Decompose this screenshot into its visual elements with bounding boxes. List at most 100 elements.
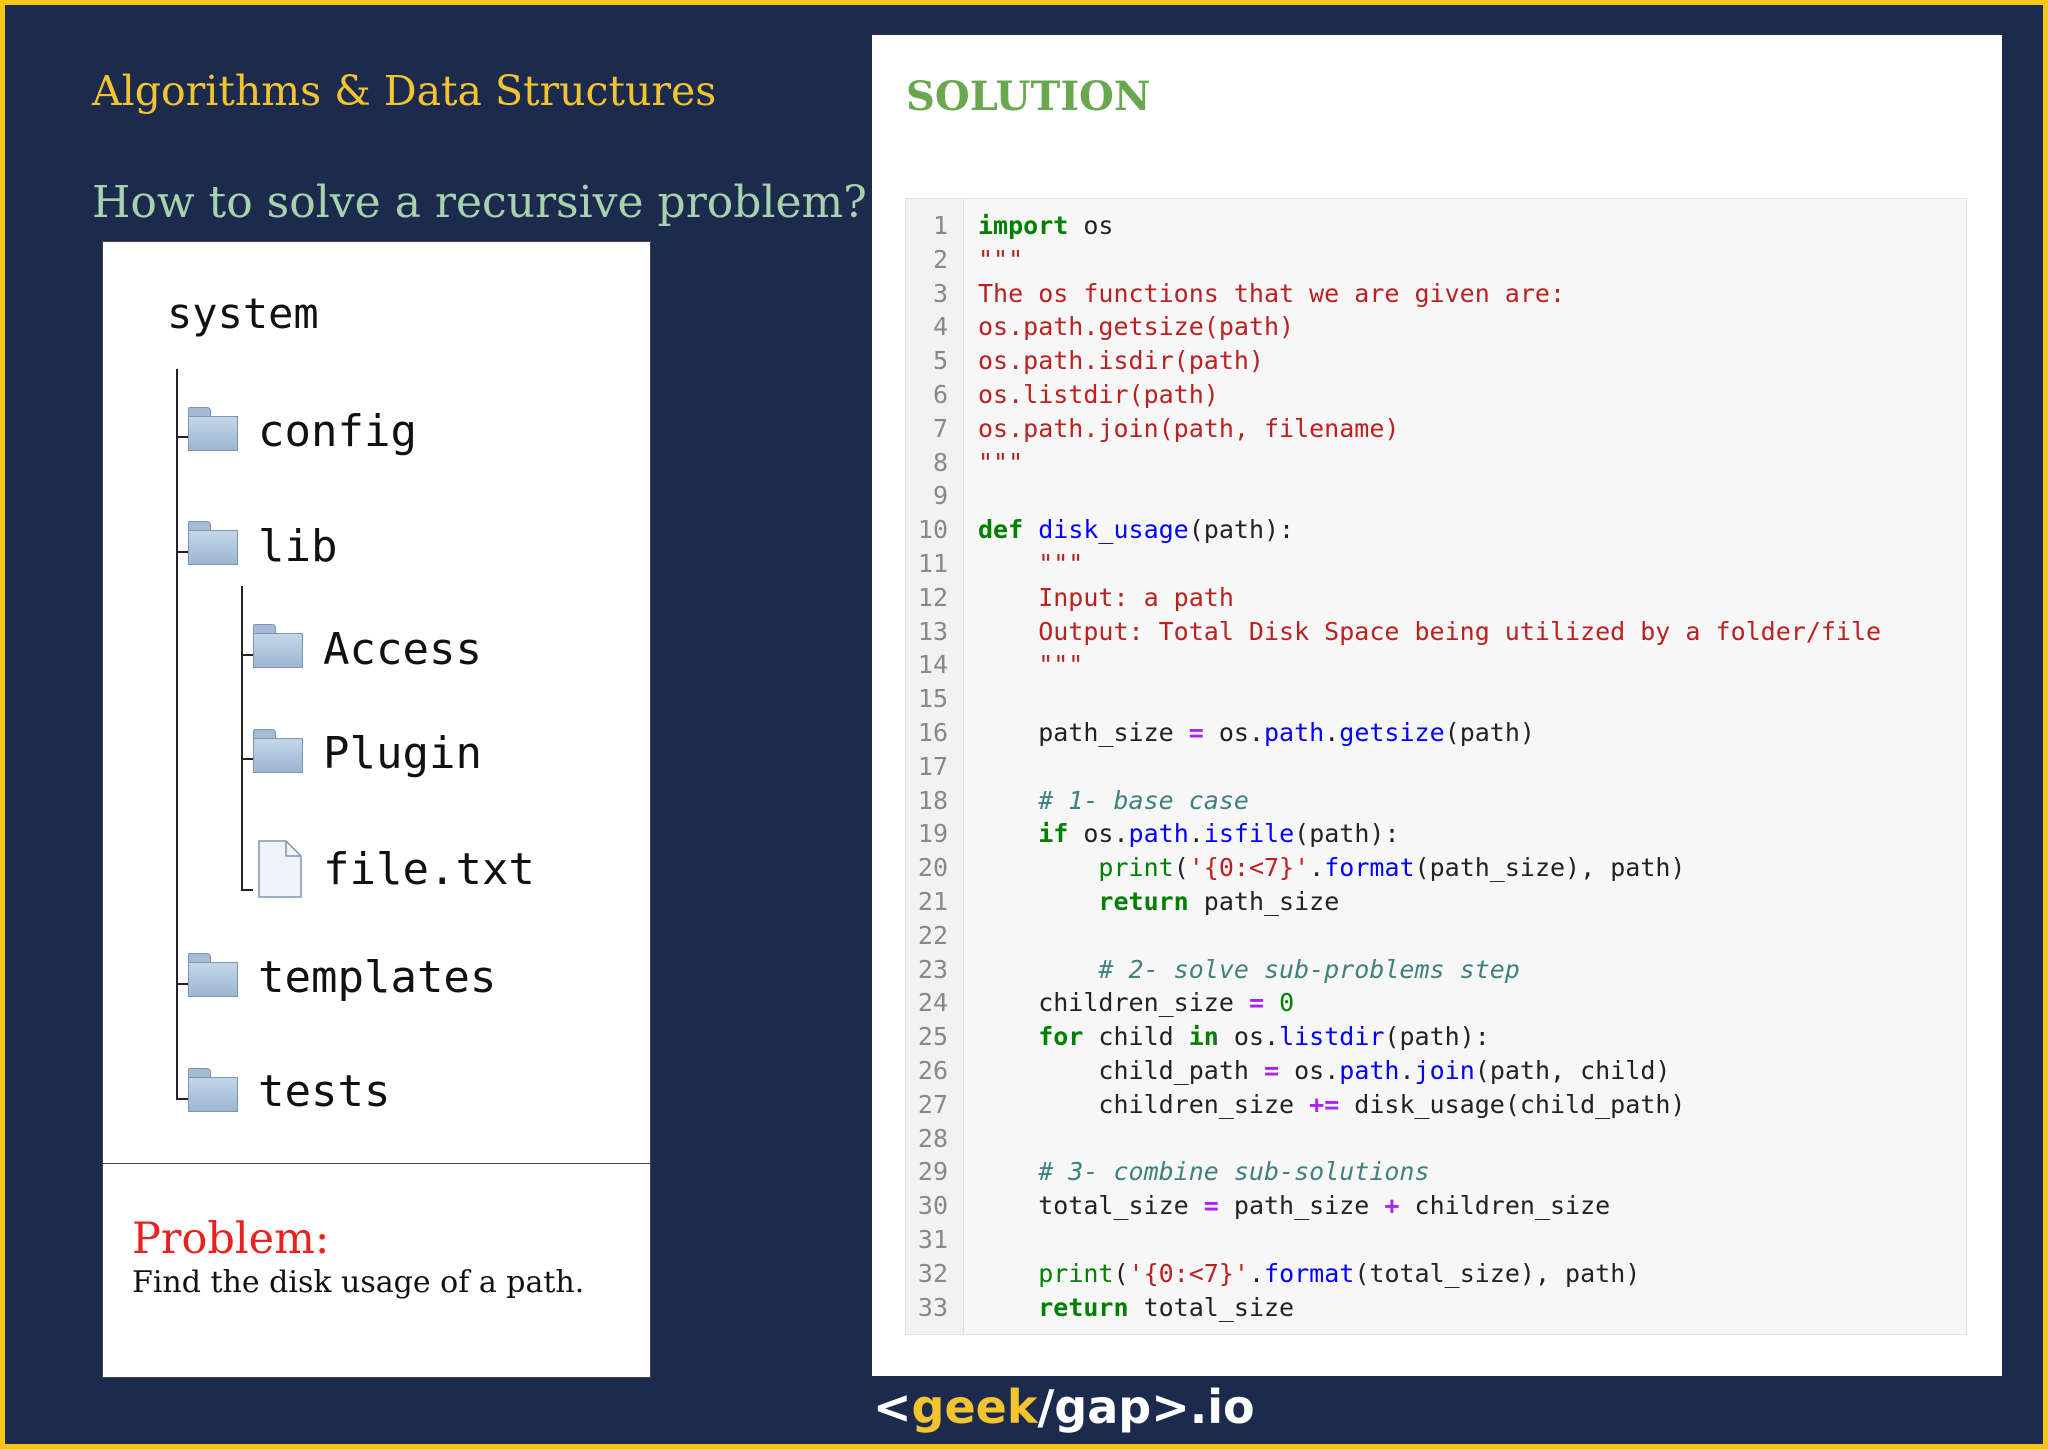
code-line: if os.path.isfile(path): bbox=[978, 819, 1399, 849]
code-token: path bbox=[1339, 1056, 1400, 1085]
tree-connector bbox=[176, 983, 188, 985]
folder-icon bbox=[188, 1068, 238, 1112]
code-token: os. bbox=[1218, 1022, 1280, 1052]
tree-item-label: Access bbox=[323, 624, 482, 675]
logo-close-bracket: > bbox=[1151, 1380, 1190, 1434]
code-token: isfile bbox=[1203, 819, 1295, 849]
code-line: print('{0:<7}'.format(path_size), path) bbox=[978, 855, 1685, 880]
line-number: 15 bbox=[917, 684, 948, 714]
code-token: import bbox=[978, 211, 1069, 240]
code-line: return total_size bbox=[978, 1295, 1294, 1320]
line-number: 27 bbox=[917, 1089, 948, 1119]
code-token: Input: a path bbox=[978, 582, 1234, 612]
code-token: (path): bbox=[1188, 515, 1295, 545]
folder-icon bbox=[253, 729, 303, 773]
code-line: import os bbox=[978, 213, 1113, 238]
code-token: os. bbox=[1068, 819, 1129, 849]
line-number: 6 bbox=[932, 380, 948, 409]
line-number: 4 bbox=[932, 312, 948, 342]
code-line: The os functions that we are given are: bbox=[978, 281, 1565, 306]
code-token: print bbox=[1098, 853, 1174, 883]
tree-connector bbox=[176, 551, 188, 553]
file-icon bbox=[258, 840, 302, 898]
code-token: children_size bbox=[978, 988, 1249, 1018]
code-token: for bbox=[1038, 1022, 1084, 1052]
code-token: """ bbox=[978, 549, 1084, 578]
code-token: # 1- base case bbox=[978, 785, 1249, 815]
line-number: 20 bbox=[917, 853, 948, 883]
solution-panel: SOLUTION 1 2 3 4 5 6 7 8 9 10 11 12 13 14 15 16 17 18 19 20… bbox=[872, 35, 2002, 1376]
line-number: 5 bbox=[932, 346, 948, 376]
code-token: . bbox=[1399, 1056, 1415, 1085]
problem-heading: Problem: bbox=[132, 1214, 330, 1264]
logo-geek: geek bbox=[911, 1380, 1038, 1434]
slide-title: Algorithms & Data Structures bbox=[92, 67, 717, 115]
code-line: children_size += disk_usage(child_path) bbox=[978, 1092, 1685, 1117]
code-token: (path) bbox=[1444, 718, 1535, 747]
line-number: 8 bbox=[932, 447, 948, 477]
problem-card: Problem: Find the disk usage of a path. bbox=[102, 1163, 651, 1378]
code-token: path bbox=[1264, 718, 1325, 747]
code-line: # 1- base case bbox=[978, 788, 1249, 813]
tree-connector bbox=[241, 654, 253, 656]
code-line: """ bbox=[978, 247, 1023, 272]
line-number: 16 bbox=[917, 718, 948, 747]
code-token: listdir bbox=[1279, 1022, 1385, 1052]
code-line: os.path.join(path, filename) bbox=[978, 416, 1399, 441]
code-line: children_size = 0 bbox=[978, 990, 1294, 1015]
code-token: = bbox=[1203, 1191, 1219, 1221]
code-token: disk_usage bbox=[1038, 515, 1189, 545]
folder-icon bbox=[188, 953, 238, 997]
code-token: total_size bbox=[1128, 1292, 1295, 1322]
tree-connector bbox=[176, 369, 178, 1100]
code-token: path_size bbox=[978, 718, 1189, 747]
line-number: 32 bbox=[917, 1258, 948, 1288]
code-token: 0 bbox=[1279, 988, 1295, 1018]
code-token: path_size bbox=[1188, 887, 1340, 916]
code-token: format bbox=[1264, 1258, 1355, 1288]
code-token: The os functions that we are given are: bbox=[978, 278, 1565, 308]
code-line: total_size = path_size + children_size bbox=[978, 1193, 1610, 1218]
code-token: os bbox=[1068, 211, 1114, 240]
tree-root-label: system bbox=[167, 289, 319, 338]
slide: Algorithms & Data Structures How to solv… bbox=[5, 5, 2043, 1444]
brand-logo: <geek/gap>.io bbox=[873, 1380, 1255, 1434]
code-token: format bbox=[1324, 853, 1415, 883]
code-token: def bbox=[978, 515, 1024, 545]
tree-connector bbox=[176, 1098, 188, 1100]
line-number: 2 bbox=[932, 244, 948, 274]
code-token: os.listdir(path) bbox=[978, 380, 1219, 409]
code-line: os.path.getsize(path) bbox=[978, 314, 1294, 339]
code-token: if bbox=[1038, 819, 1069, 849]
code-line: # 2- solve sub-problems step bbox=[978, 954, 1520, 984]
line-number: 10 bbox=[917, 515, 948, 545]
code-line: os.listdir(path) bbox=[978, 382, 1219, 407]
code-token: . bbox=[1309, 853, 1325, 883]
tree-connector bbox=[176, 436, 188, 438]
code-token: # 2- solve sub-problems step bbox=[978, 954, 1520, 984]
line-number: 29 bbox=[917, 1157, 948, 1187]
code-token: """ bbox=[978, 447, 1024, 477]
folder-icon bbox=[188, 521, 238, 565]
tree-connector bbox=[241, 586, 243, 891]
code-token: path bbox=[1128, 819, 1189, 849]
code-token: . bbox=[1188, 819, 1204, 849]
code-token: children_size bbox=[978, 1089, 1310, 1119]
code-token: '{0:<7}' bbox=[1188, 853, 1310, 883]
tree-item-label: templates bbox=[258, 952, 497, 1003]
line-number: 24 bbox=[917, 988, 948, 1018]
code-token: return bbox=[1038, 1292, 1129, 1322]
code-token: (path, child) bbox=[1474, 1056, 1671, 1085]
line-number: 1 bbox=[932, 211, 948, 240]
code-token: children_size bbox=[1399, 1191, 1611, 1221]
line-number: 22 bbox=[917, 920, 948, 950]
tree-item-label: file.txt bbox=[323, 844, 535, 895]
code-token: """ bbox=[978, 650, 1084, 680]
code-token: getsize bbox=[1339, 718, 1445, 747]
line-number: 13 bbox=[917, 616, 948, 646]
